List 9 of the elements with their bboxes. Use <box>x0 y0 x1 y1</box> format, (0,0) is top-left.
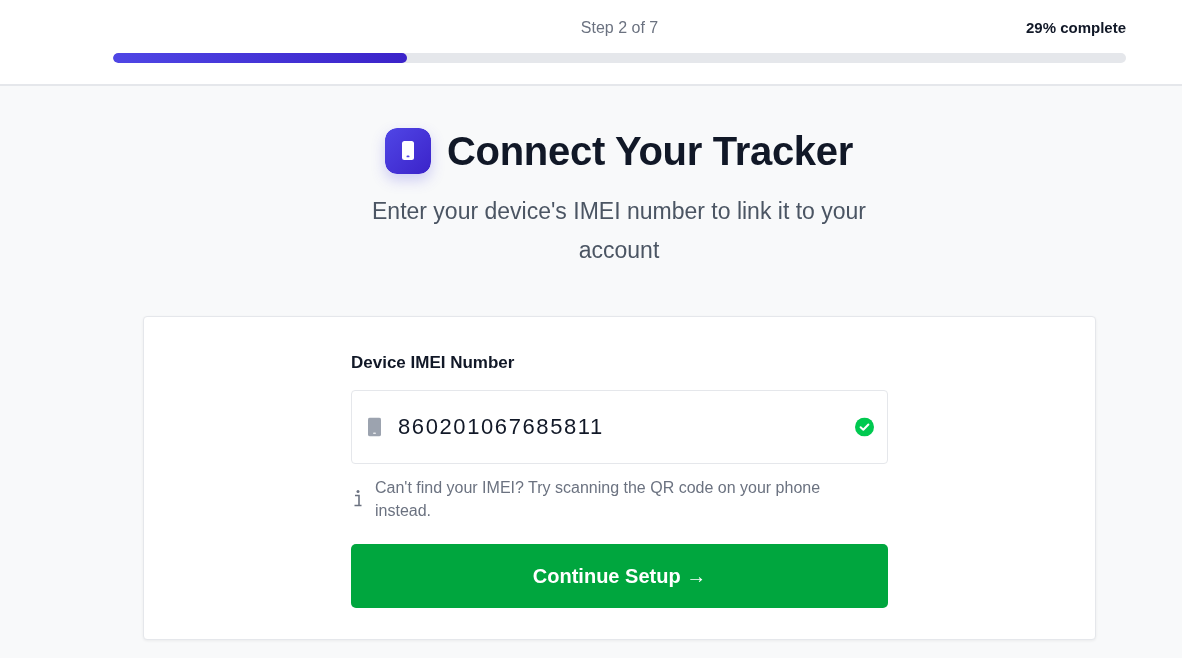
phone-app-icon <box>385 128 431 174</box>
help-text: Can't find your IMEI? Try scanning the QR code on your phone instead. <box>375 477 822 521</box>
step-counter: Step 2 of 7 <box>580 18 659 38</box>
info-icon <box>354 490 362 507</box>
page-subtitle: Enter your device's IMEI number to link it to your account <box>371 197 867 265</box>
imei-input-field[interactable]: 860201067685811 <box>351 389 888 464</box>
percent-complete: 29% complete <box>1025 17 1126 38</box>
page-title: Connect Your Tracker <box>447 128 853 175</box>
field-label: Device IMEI Number <box>351 352 516 374</box>
